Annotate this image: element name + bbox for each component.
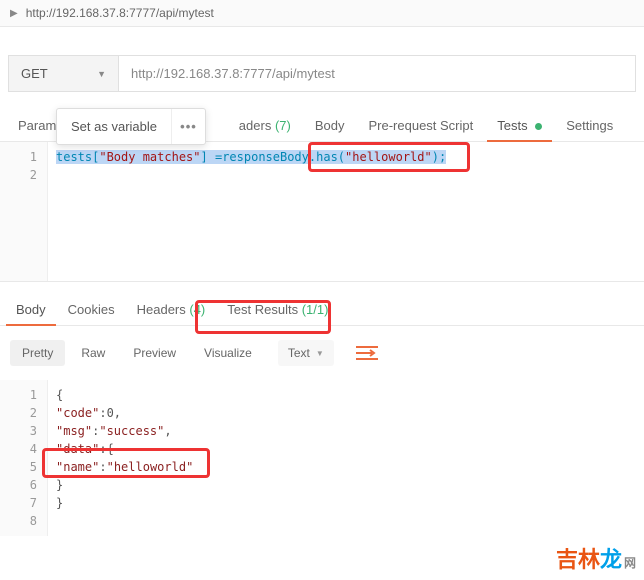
tab-body[interactable]: Body (305, 110, 355, 141)
visualize-button[interactable]: Visualize (192, 340, 264, 366)
body-type-select[interactable]: Text ▼ (278, 340, 334, 366)
response-body-viewer[interactable]: 12345678 { "code":0, "msg":"success", "d… (0, 380, 644, 536)
resp-tab-cookies[interactable]: Cookies (58, 294, 125, 325)
tab-pre-request[interactable]: Pre-request Script (358, 110, 483, 141)
tests-script-editor[interactable]: 1 2 tests["Body matches"] =responseBody.… (0, 142, 644, 282)
watermark: 吉林 龙 网 (556, 542, 636, 574)
context-popover: Set as variable ••• (56, 108, 206, 145)
tab-settings[interactable]: Settings (556, 110, 623, 141)
collapsed-url-text: http://192.168.37.8:7777/api/mytest (26, 6, 214, 20)
more-actions-button[interactable]: ••• (171, 109, 205, 144)
resp-tab-headers[interactable]: Headers (4) (127, 294, 216, 325)
resp-tab-body[interactable]: Body (6, 294, 56, 325)
response-body-toolbar: Pretty Raw Preview Visualize Text ▼ (0, 326, 644, 380)
tests-active-dot-icon (535, 123, 542, 130)
tab-headers-partial[interactable]: aders (7) (229, 110, 301, 141)
set-as-variable-button[interactable]: Set as variable (57, 109, 171, 144)
chevron-down-icon: ▼ (316, 349, 324, 358)
pretty-button[interactable]: Pretty (10, 340, 65, 366)
response-tabs: Body Cookies Headers (4) Test Results (1… (0, 282, 644, 326)
json-gutter: 12345678 (0, 380, 48, 536)
http-method-select[interactable]: GET ▼ (8, 55, 118, 92)
request-row: GET ▼ http://192.168.37.8:7777/api/mytes… (8, 55, 636, 92)
wrap-lines-icon[interactable] (356, 345, 378, 361)
tab-tests[interactable]: Tests (487, 110, 552, 141)
collapsed-url-bar[interactable]: ▶ http://192.168.37.8:7777/api/mytest (0, 0, 644, 27)
chevron-down-icon: ▼ (97, 69, 106, 79)
request-url-value: http://192.168.37.8:7777/api/mytest (131, 66, 335, 81)
http-method-value: GET (21, 66, 48, 81)
expand-icon: ▶ (10, 8, 18, 19)
request-url-input[interactable]: http://192.168.37.8:7777/api/mytest (118, 55, 636, 92)
raw-button[interactable]: Raw (69, 340, 117, 366)
json-code: { "code":0, "msg":"success", "data":{ "n… (48, 380, 644, 536)
preview-button[interactable]: Preview (121, 340, 188, 366)
resp-tab-test-results[interactable]: Test Results (1/1) (217, 294, 338, 325)
script-code[interactable]: tests["Body matches"] =responseBody.has(… (48, 142, 644, 281)
script-gutter: 1 2 (0, 142, 48, 281)
